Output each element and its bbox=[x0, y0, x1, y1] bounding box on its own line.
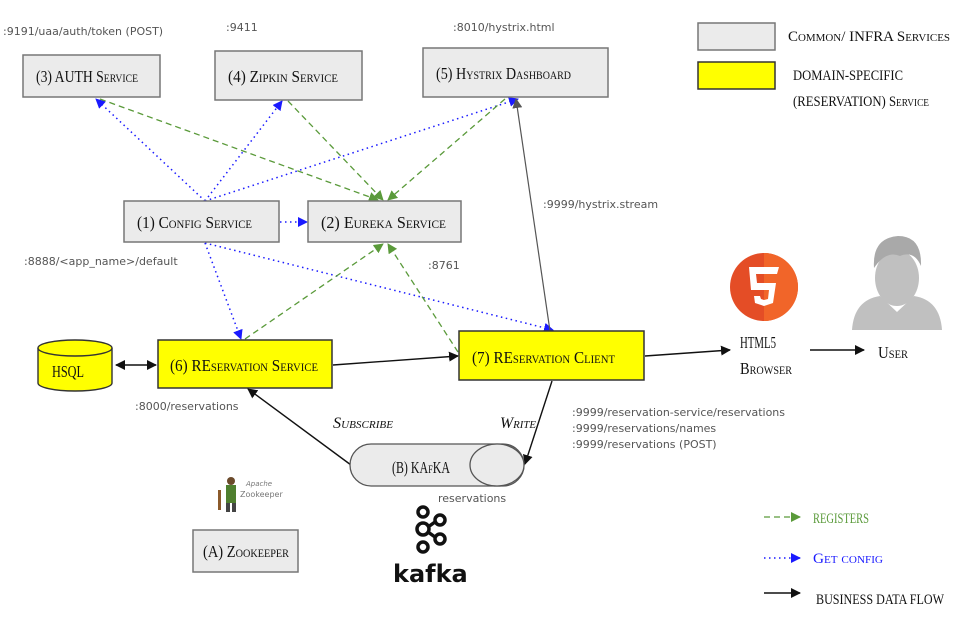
hystrix-registers-edge bbox=[387, 98, 506, 201]
reservation-client-node[interactable]: (7) REservation Client bbox=[458, 330, 645, 381]
hystrix-dashboard-label: (5) Hystrix Dashboard bbox=[436, 64, 571, 83]
hystrix-port: :8010/hystrix.html bbox=[453, 21, 555, 34]
auth-port: :9191/uaa/auth/token (POST) bbox=[3, 25, 163, 38]
eureka-service-label: (2) Eureka Service bbox=[321, 213, 446, 232]
zookeeper-label: (A) Zookeeper bbox=[203, 542, 289, 561]
zookeeper-logo: Apache Zookeeper bbox=[218, 477, 283, 512]
reservation-service-node[interactable]: (6) REservation Service bbox=[157, 339, 333, 389]
legend-infra-label: Common/ INFRA Services bbox=[788, 29, 950, 45]
kafka-logo: kafka bbox=[393, 505, 468, 588]
subscribe-label: Subscribe bbox=[333, 415, 393, 432]
auth-service-node[interactable]: (3) AUTH Service bbox=[22, 54, 161, 98]
hsql-node[interactable]: HSQL bbox=[37, 339, 113, 392]
hystrix-stream-edge bbox=[512, 98, 551, 332]
hystrix-dashboard-node[interactable]: (5) Hystrix Dashboard bbox=[422, 47, 609, 98]
hsql-label: HSQL bbox=[52, 362, 84, 381]
legend-business-label: BUSINESS DATA FLOW bbox=[816, 592, 945, 608]
client-endpoint: :9999/reservations/names bbox=[572, 422, 716, 435]
eureka-service-node[interactable]: (2) Eureka Service bbox=[307, 200, 462, 243]
kafka-logo-text: kafka bbox=[393, 560, 468, 588]
user-avatar-icon bbox=[852, 236, 942, 330]
config-to-hystrix-edge bbox=[204, 97, 519, 202]
kafka-node[interactable]: (B) KAfKA bbox=[349, 443, 525, 487]
auth-registers-edge bbox=[99, 98, 379, 202]
architecture-diagram: :9191/uaa/auth/token (POST) :9411 :8010/… bbox=[3, 21, 950, 608]
zipkin-service-node[interactable]: (4) Zipkin Service bbox=[214, 50, 363, 101]
eureka-port: :8761 bbox=[428, 259, 460, 272]
legend-domain-label-1: DOMAIN-SPECIFIC bbox=[793, 68, 903, 84]
legend-domain-swatch bbox=[697, 61, 776, 90]
user-label: User bbox=[878, 343, 908, 362]
kafka-label: (B) KAfKA bbox=[392, 458, 450, 477]
browser-label-line1: HTML5 bbox=[740, 333, 776, 352]
service-to-client-edge bbox=[332, 351, 459, 366]
config-port: :8888/<app_name>/default bbox=[24, 255, 178, 268]
reservation-service-registers-edge bbox=[244, 243, 384, 340]
zookeeper-node[interactable]: (A) Zookeeper bbox=[192, 529, 299, 573]
legend-domain-label-2: (RESERVATION) Service bbox=[793, 94, 929, 110]
auth-service-label: (3) AUTH Service bbox=[36, 67, 138, 86]
browser-label-line2: Browser bbox=[740, 359, 792, 378]
config-to-reservation-client-edge bbox=[204, 242, 554, 333]
config-service-label: (1) Config Service bbox=[137, 213, 252, 232]
hystrix-stream-port: :9999/hystrix.stream bbox=[543, 198, 658, 211]
legend-config-label: Get config bbox=[813, 551, 883, 567]
reservation-service-port: :8000/reservations bbox=[135, 400, 239, 413]
write-label: Write bbox=[500, 415, 536, 432]
reservation-client-label: (7) REservation Client bbox=[472, 348, 616, 367]
legend-registers-label: REGISTERS bbox=[813, 511, 869, 527]
zookeeper-logo-apache: Apache bbox=[245, 480, 272, 488]
kafka-topic: reservations bbox=[438, 492, 506, 505]
legend-infra-swatch bbox=[697, 22, 776, 51]
reservation-service-label: (6) REservation Service bbox=[170, 356, 318, 375]
zookeeper-logo-name: Zookeeper bbox=[240, 490, 283, 499]
config-to-reservation-service-edge bbox=[204, 242, 243, 340]
html5-icon bbox=[730, 253, 798, 321]
zipkin-service-label: (4) Zipkin Service bbox=[228, 67, 338, 86]
config-service-node[interactable]: (1) Config Service bbox=[123, 200, 280, 243]
client-to-browser-edge bbox=[644, 345, 731, 357]
config-to-auth-edge bbox=[95, 98, 206, 202]
client-endpoint: :9999/reservations (POST) bbox=[572, 438, 717, 451]
client-endpoint: :9999/reservation-service/reservations bbox=[572, 406, 785, 419]
zipkin-port: :9411 bbox=[226, 21, 258, 34]
